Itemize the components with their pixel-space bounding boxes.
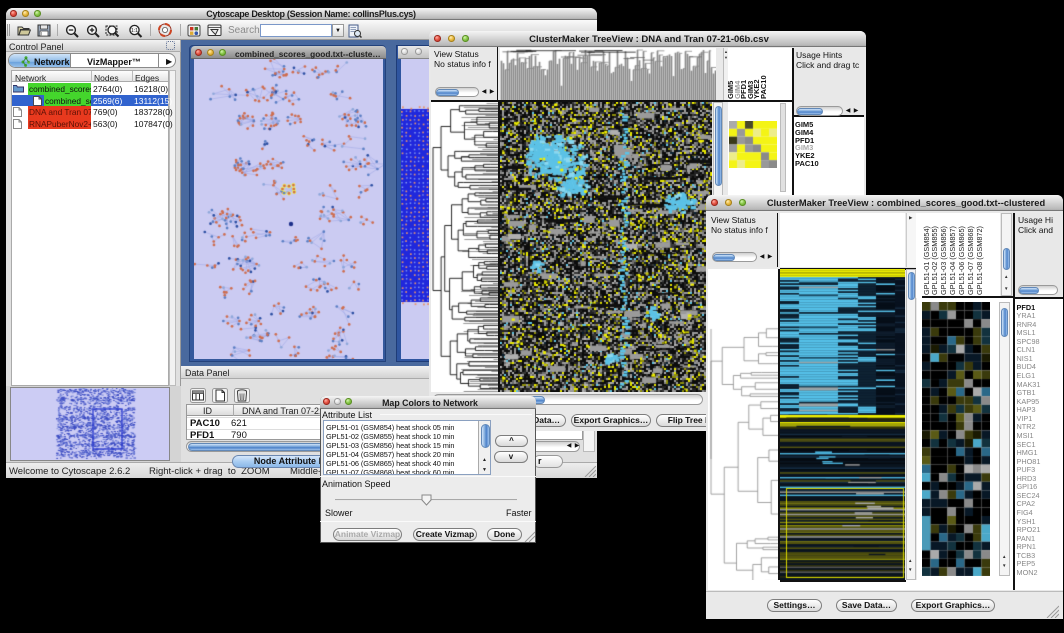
svg-text:1:1: 1:1 — [131, 28, 138, 34]
